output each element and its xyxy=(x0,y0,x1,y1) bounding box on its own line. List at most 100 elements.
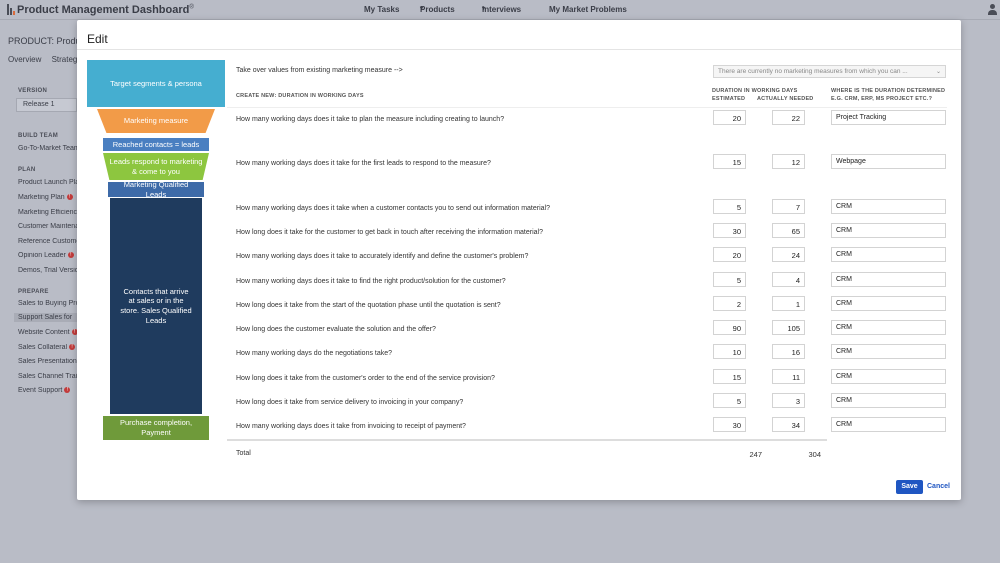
chevron-updown-icon: ⌄ xyxy=(935,69,941,75)
actual-input[interactable]: 3 xyxy=(772,393,805,408)
row-question: How many working days does it take to pl… xyxy=(236,116,505,123)
sidebar-item-website-content[interactable]: Website Content! xyxy=(18,329,77,336)
estimated-input[interactable]: 5 xyxy=(713,393,746,408)
system-input[interactable]: Project Tracking xyxy=(831,110,946,125)
estimated-input[interactable]: 15 xyxy=(713,154,746,169)
system-input[interactable]: CRM xyxy=(831,417,946,432)
sidebar-item-event-support[interactable]: Event Support! xyxy=(18,387,77,394)
col-head-where-example: E.G. CRM, ERP, MS PROJECT ETC.? xyxy=(831,96,933,102)
takeover-select[interactable]: There are currently no marketing measure… xyxy=(713,65,946,78)
row-question: How long does it take from service deliv… xyxy=(236,399,464,406)
actual-input[interactable]: 65 xyxy=(772,223,805,238)
chevron-down-icon: ▾ xyxy=(420,6,424,12)
product-title: PRODUCT: Product xyxy=(8,36,88,46)
sidebar-item-sales-collateral[interactable]: Sales Collateral! xyxy=(18,344,77,351)
col-head-duration: DURATION IN WORKING DAYS xyxy=(712,88,798,94)
sidebar-item-sales-channel-training[interactable]: Sales Channel Training xyxy=(18,373,77,380)
actual-input[interactable]: 7 xyxy=(772,199,805,214)
warning-icon: ! xyxy=(69,344,76,351)
system-input[interactable]: CRM xyxy=(831,296,946,311)
estimated-input[interactable]: 5 xyxy=(713,272,746,287)
actual-input[interactable]: 16 xyxy=(772,344,805,359)
funnel-target-segments: Target segments & persona xyxy=(87,60,225,107)
sidebar-item-sales-presentation[interactable]: Sales Presentation xyxy=(18,358,77,365)
sidebar-head-plan: PLAN xyxy=(18,167,36,173)
cancel-button[interactable]: Cancel xyxy=(927,480,950,494)
sidebar-head-build-team: BUILD TEAM xyxy=(18,133,58,139)
row-question: How many working days does it take to fi… xyxy=(236,278,506,285)
chevron-down-icon: ▾ xyxy=(482,6,486,12)
sidebar-head-version: VERSION xyxy=(18,88,48,94)
estimated-input[interactable]: 5 xyxy=(713,199,746,214)
col-head-estimated: ESTIMATED xyxy=(712,96,746,102)
estimated-input[interactable]: 10 xyxy=(713,344,746,359)
estimated-input[interactable]: 20 xyxy=(713,247,746,262)
estimated-input[interactable]: 15 xyxy=(713,369,746,384)
system-input[interactable]: CRM xyxy=(831,223,946,238)
sidebar-item-marketing-plan[interactable]: Marketing Plan! xyxy=(18,194,77,201)
tab-overview[interactable]: Overview xyxy=(8,55,41,64)
warning-icon: ! xyxy=(64,387,71,394)
edit-modal: Edit Target segments & persona Marketing… xyxy=(77,20,961,500)
version-select[interactable]: Release 1 xyxy=(16,98,77,112)
row-question: How long does it take from the start of … xyxy=(236,302,501,309)
system-input[interactable]: CRM xyxy=(831,272,946,287)
actual-input[interactable]: 105 xyxy=(772,320,805,335)
estimated-input[interactable]: 30 xyxy=(713,417,746,432)
system-input[interactable]: Webpage xyxy=(831,154,946,169)
total-rule xyxy=(227,439,827,441)
system-input[interactable]: CRM xyxy=(831,320,946,335)
system-input[interactable]: CRM xyxy=(831,247,946,262)
nav-my-market-problems[interactable]: My Market Problems xyxy=(549,5,627,14)
actual-input[interactable]: 12 xyxy=(772,154,805,169)
actual-input[interactable]: 1 xyxy=(772,296,805,311)
takeover-label: Take over values from existing marketing… xyxy=(236,67,403,74)
row-question: How long does the customer evaluate the … xyxy=(236,326,436,333)
warning-icon: ! xyxy=(66,194,73,201)
funnel-marketing-measure: Marketing measure xyxy=(97,109,215,133)
total-actual: 304 xyxy=(808,450,821,459)
sidebar-item-support-sales[interactable]: Support Sales for xyxy=(14,313,77,322)
row-question: How many working days does it take when … xyxy=(236,205,550,212)
sidebar-item-sales-buying-process[interactable]: Sales to Buying Process xyxy=(18,300,77,307)
sidebar-item-reference-customers[interactable]: Reference Customers xyxy=(18,238,77,245)
sidebar-item-product-launch[interactable]: Product Launch Plan xyxy=(18,179,77,186)
row-question: How many working days does it take from … xyxy=(236,423,466,430)
system-input[interactable]: CRM xyxy=(831,344,946,359)
row-question: How long does it take for the customer t… xyxy=(236,229,543,236)
estimated-input[interactable]: 90 xyxy=(713,320,746,335)
system-input[interactable]: CRM xyxy=(831,369,946,384)
funnel-mql: Marketing Qualified Leads xyxy=(108,180,204,199)
actual-input[interactable]: 34 xyxy=(772,417,805,432)
header-rule xyxy=(227,107,947,108)
row-question: How many working days does it take for t… xyxy=(236,160,491,167)
row-question: How long does it take from the customer'… xyxy=(236,375,495,382)
funnel-purchase: Purchase completion, Payment xyxy=(103,416,209,440)
modal-title: Edit xyxy=(87,32,108,46)
logo-icon xyxy=(7,4,16,15)
row-question: How many working days does it take to ac… xyxy=(236,253,529,260)
system-input[interactable]: CRM xyxy=(831,199,946,214)
create-new-label: CREATE NEW: DURATION IN WORKING DAYS xyxy=(236,93,364,99)
save-button[interactable]: Save xyxy=(896,480,923,494)
sidebar: VERSION Release 1 BUILD TEAM Go-To-Marke… xyxy=(0,70,77,563)
warning-icon: ! xyxy=(67,252,74,259)
estimated-input[interactable]: 30 xyxy=(713,223,746,238)
estimated-input[interactable]: 2 xyxy=(713,296,746,311)
estimated-input[interactable]: 20 xyxy=(713,110,746,125)
actual-input[interactable]: 24 xyxy=(772,247,805,262)
sidebar-item-go-to-market[interactable]: Go-To-Market Team xyxy=(18,145,77,152)
app-title[interactable]: Product Management Dashboard® xyxy=(17,4,194,16)
total-estimated: 247 xyxy=(749,450,762,459)
actual-input[interactable]: 4 xyxy=(772,272,805,287)
actual-input[interactable]: 11 xyxy=(772,369,805,384)
actual-input[interactable]: 22 xyxy=(772,110,805,125)
sidebar-item-demos[interactable]: Demos, Trial Versions xyxy=(18,267,77,274)
system-input[interactable]: CRM xyxy=(831,393,946,408)
sidebar-item-customer-maintenance[interactable]: Customer Maintenance xyxy=(18,223,77,230)
user-avatar-icon[interactable] xyxy=(988,4,997,15)
row-question: How many working days do the negotiation… xyxy=(236,350,393,357)
sidebar-item-opinion-leader[interactable]: Opinion Leader! xyxy=(18,252,77,259)
sidebar-item-marketing-efficiency[interactable]: Marketing Efficiency xyxy=(18,209,77,216)
nav-my-tasks[interactable]: My Tasks xyxy=(364,5,399,14)
